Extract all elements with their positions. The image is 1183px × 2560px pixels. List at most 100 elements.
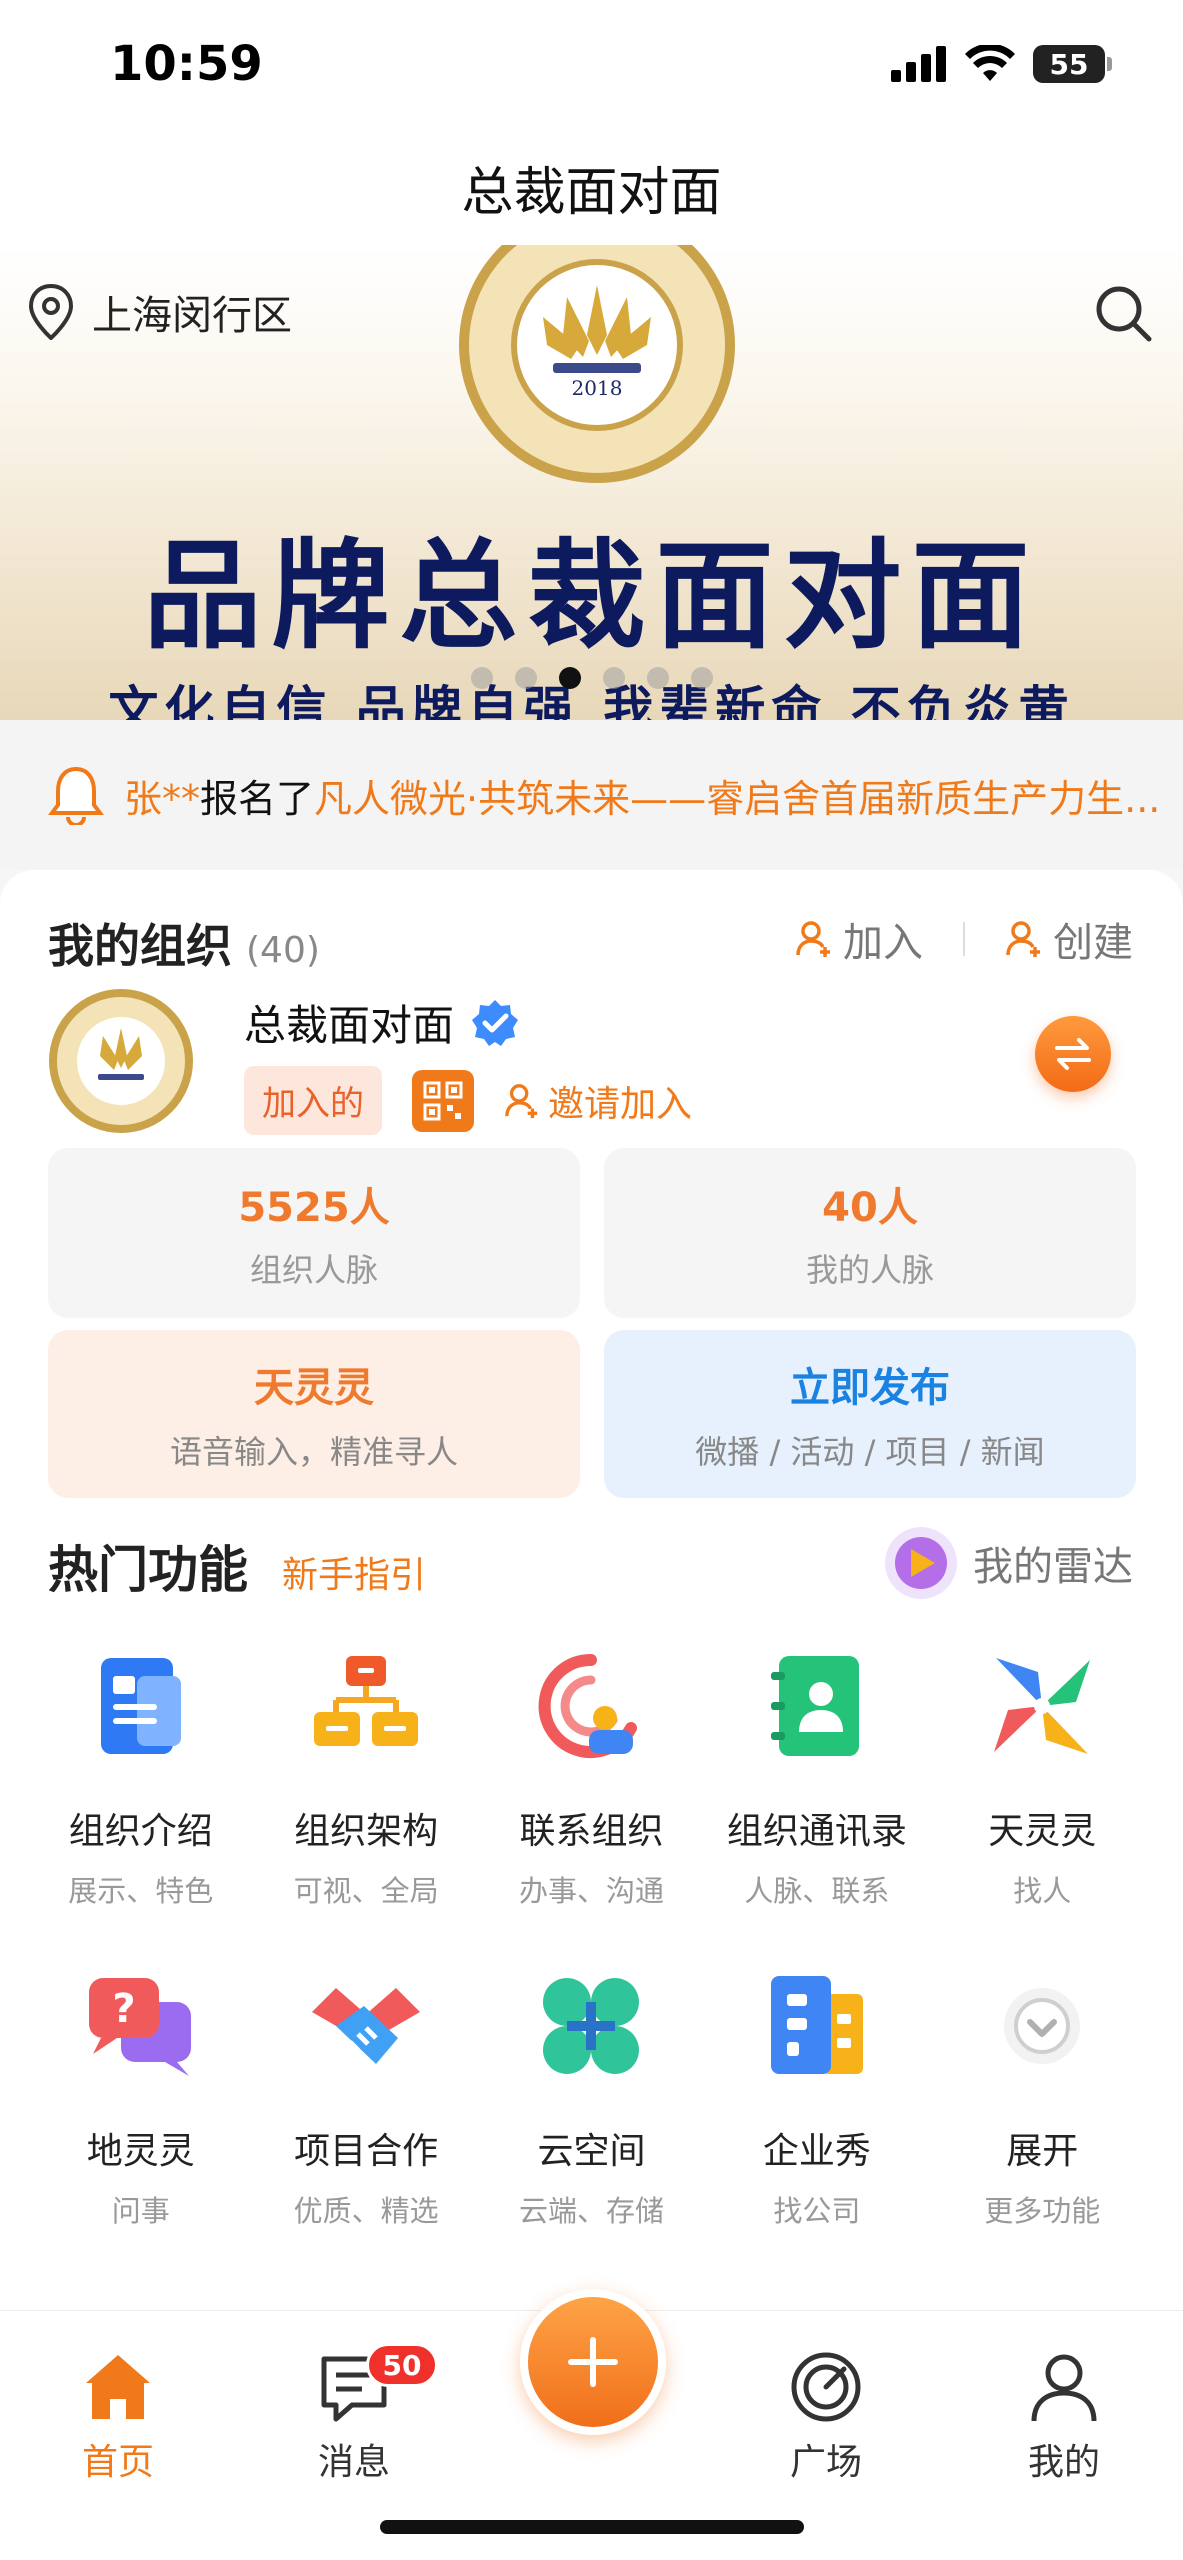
- stat-value: 40人: [822, 1185, 918, 1231]
- activity-notice[interactable]: 张**报名了凡人微光·共筑未来——睿启舍首届新质生产力生...: [0, 720, 1183, 870]
- org-structure-icon: [314, 1656, 419, 1746]
- my-radar-button[interactable]: 我的雷达: [883, 1525, 1133, 1601]
- my-org-title: 我的组织: [48, 919, 232, 973]
- nav-home[interactable]: 首页: [38, 2349, 198, 2485]
- location-selector[interactable]: 上海闵行区: [28, 283, 292, 341]
- feature-label: 组织架构: [294, 1811, 439, 1852]
- join-label: 加入: [843, 920, 923, 966]
- feature-sub: 云端、存储: [518, 2194, 664, 2228]
- org-contacts-stat[interactable]: 5525人 组织人脉: [48, 1148, 580, 1318]
- stat-label: 组织人脉: [249, 1251, 378, 1289]
- carousel-dot-active[interactable]: [558, 667, 581, 689]
- svg-text:?: ?: [112, 1986, 135, 2032]
- feature-project-cooperation[interactable]: 项目合作 优质、精选: [253, 1960, 478, 2240]
- nav-plaza-label: 广场: [789, 2442, 862, 2483]
- create-org-button[interactable]: 创建: [1005, 910, 1133, 968]
- feature-sub: 找公司: [773, 2194, 861, 2228]
- user-add-icon: [796, 921, 830, 957]
- bell-icon: [48, 766, 104, 825]
- org-actions: 加入 创建: [795, 910, 1133, 968]
- qr-code-icon: [423, 1081, 463, 1120]
- search-icon: [1096, 286, 1152, 342]
- carousel-dot[interactable]: [514, 667, 537, 689]
- handshake-icon: [312, 1988, 421, 2064]
- nav-messages[interactable]: 消息 50: [274, 2343, 438, 2485]
- cloud-space-icon: [543, 1978, 640, 2074]
- feature-cloud-space[interactable]: 云空间 云端、存储: [479, 1960, 704, 2240]
- feature-label: 联系组织: [519, 1811, 664, 1852]
- signal-icon: [891, 46, 946, 82]
- nav-mine[interactable]: 我的: [984, 2349, 1144, 2485]
- invite-join-button[interactable]: 邀请加入: [504, 1075, 692, 1127]
- hot-features-grid: 组织介绍 展示、特色 组织架构 可视、全局 联系组织 办事、沟通 组织通讯录 人…: [28, 1640, 1155, 2240]
- nav-plaza[interactable]: 广场: [746, 2349, 906, 2485]
- hot-features-title: 热门功能: [48, 1541, 248, 1599]
- swap-arrows-icon: [1055, 1038, 1091, 1070]
- company-building-icon: [770, 1976, 863, 2074]
- add-button[interactable]: [520, 2289, 666, 2435]
- qr-code-button[interactable]: [412, 1069, 474, 1132]
- org-name-row[interactable]: 总裁面对面: [244, 992, 520, 1053]
- beginner-guide-link[interactable]: 新手指引: [282, 1546, 426, 1598]
- question-chat-icon: ?: [88, 1978, 191, 2076]
- carousel-dot[interactable]: [690, 667, 713, 689]
- feature-sub: 展示、特色: [68, 1874, 214, 1908]
- feature-contact-org[interactable]: 联系组织 办事、沟通: [479, 1640, 704, 1920]
- feature-sub: 更多功能: [984, 2194, 1101, 2228]
- main-card: 我的组织 (40) 加入 创建 总裁面对面 加入的 邀请加入 5525人 组织人…: [0, 870, 1183, 2310]
- carousel-dot[interactable]: [602, 667, 625, 689]
- compass-icon: [791, 2352, 861, 2422]
- feature-org-structure[interactable]: 组织架构 可视、全局: [253, 1640, 478, 1920]
- feature-dilingling[interactable]: ? 地灵灵 问事: [28, 1960, 253, 2240]
- contact-org-icon: [539, 1653, 638, 1758]
- divider: [963, 922, 965, 956]
- banner-headline: 品牌总裁面对面: [143, 526, 1040, 665]
- feature-expand-more[interactable]: 展开 更多功能: [930, 1960, 1155, 2240]
- feature-sub: 可视、全局: [293, 1874, 439, 1908]
- address-book-icon: [770, 1656, 859, 1756]
- switch-org-button[interactable]: [1035, 1016, 1111, 1092]
- feature-tianlingling[interactable]: 天灵灵 找人: [930, 1640, 1155, 1920]
- feature-title: 天灵灵: [254, 1365, 374, 1411]
- user-add-icon: [505, 1083, 538, 1118]
- publish-now-card[interactable]: 立即发布 微播 / 活动 / 项目 / 新闻: [604, 1330, 1136, 1498]
- stat-value: 5525人: [238, 1185, 390, 1231]
- location-pin-icon: [28, 284, 74, 340]
- message-count-badge: 50: [366, 2343, 438, 2387]
- feature-company-show[interactable]: 企业秀 找公司: [704, 1960, 929, 2240]
- feature-sub: 找人: [1013, 1874, 1072, 1908]
- org-intro-icon: [100, 1658, 181, 1754]
- feature-title: 立即发布: [790, 1365, 950, 1411]
- expand-chevron-icon: [1004, 1988, 1081, 2064]
- feature-label: 项目合作: [294, 2131, 439, 2172]
- feature-label: 云空间: [537, 2131, 646, 2172]
- feature-label: 天灵灵: [988, 1811, 1097, 1852]
- banner-carousel[interactable]: 2018 上海闵行区 品牌总裁面对面 文化自信 品牌自强 我辈新命 不负炎黄: [0, 245, 1183, 720]
- page-title: 总裁面对面: [0, 130, 1183, 245]
- join-org-button[interactable]: 加入: [795, 910, 923, 968]
- carousel-dot[interactable]: [470, 667, 493, 689]
- feature-org-intro[interactable]: 组织介绍 展示、特色: [28, 1640, 253, 1920]
- battery-icon: 55: [1033, 45, 1112, 83]
- feature-sub: 办事、沟通: [518, 1874, 664, 1908]
- feature-sub: 优质、精选: [293, 2194, 439, 2228]
- invite-label: 邀请加入: [548, 1083, 693, 1125]
- voice-search-card[interactable]: 天灵灵 语音输入，精准寻人: [48, 1330, 580, 1498]
- nav-home-label: 首页: [81, 2442, 154, 2483]
- notice-user: 张**: [124, 776, 201, 821]
- carousel-dots: [0, 667, 1183, 689]
- my-contacts-stat[interactable]: 40人 我的人脉: [604, 1148, 1136, 1318]
- hot-features-header: 热门功能 新手指引: [48, 1530, 426, 1602]
- feature-address-book[interactable]: 组织通讯录 人脉、联系: [704, 1640, 929, 1920]
- nav-messages-label: 消息: [317, 2442, 390, 2483]
- feature-label: 展开: [1006, 2131, 1079, 2172]
- radar-label: 我的雷达: [973, 1544, 1133, 1590]
- carousel-dot[interactable]: [646, 667, 669, 689]
- radar-icon: [885, 1527, 957, 1599]
- home-indicator: [380, 2520, 804, 2534]
- nav-mine-label: 我的: [1027, 2442, 1100, 2483]
- search-button[interactable]: [1093, 283, 1153, 343]
- stat-label: 我的人脉: [805, 1251, 934, 1289]
- org-avatar[interactable]: [48, 988, 194, 1134]
- wifi-icon: [965, 45, 1015, 81]
